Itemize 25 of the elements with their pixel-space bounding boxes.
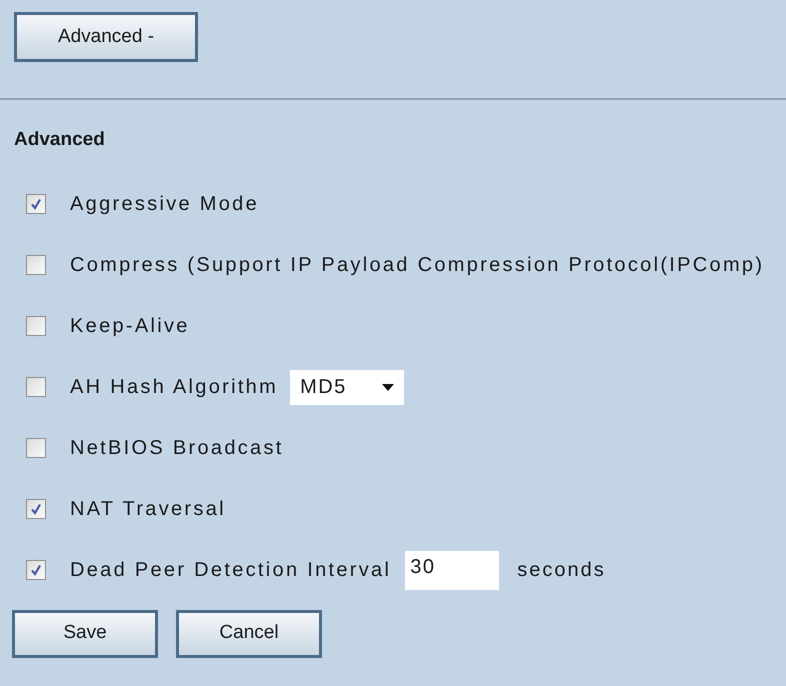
checkmark-icon bbox=[30, 503, 42, 515]
checkbox[interactable] bbox=[26, 438, 46, 458]
option-label: Compress (Support IP Payload Compression Protocol(IPComp) bbox=[70, 253, 764, 278]
option-label: NAT Traversal bbox=[70, 497, 226, 522]
advanced-toggle-button[interactable]: Advanced - bbox=[14, 12, 198, 62]
unit-label: seconds bbox=[517, 558, 606, 583]
interval-input[interactable]: 30 bbox=[405, 550, 500, 590]
checkmark-icon bbox=[30, 564, 42, 576]
checkbox[interactable] bbox=[26, 499, 46, 519]
option-label: NetBIOS Broadcast bbox=[70, 436, 284, 461]
option-label: AH Hash Algorithm bbox=[70, 375, 278, 400]
section-title: Advanced bbox=[13, 128, 106, 152]
checkbox[interactable] bbox=[26, 316, 46, 336]
option-label: Aggressive Mode bbox=[70, 192, 260, 217]
option-label: Keep-Alive bbox=[70, 314, 190, 339]
checkbox[interactable] bbox=[26, 255, 46, 275]
checkbox[interactable] bbox=[26, 377, 46, 397]
option-label: Dead Peer Detection Interval bbox=[70, 558, 392, 583]
algorithm-dropdown[interactable]: MD5 bbox=[290, 370, 404, 404]
action-button[interactable]: Cancel bbox=[176, 610, 322, 658]
action-button[interactable]: Save bbox=[12, 610, 158, 658]
checkbox[interactable] bbox=[26, 194, 46, 214]
dropdown-arrow-icon bbox=[382, 384, 394, 390]
checkbox[interactable] bbox=[26, 560, 46, 580]
checkmark-icon bbox=[30, 198, 42, 210]
